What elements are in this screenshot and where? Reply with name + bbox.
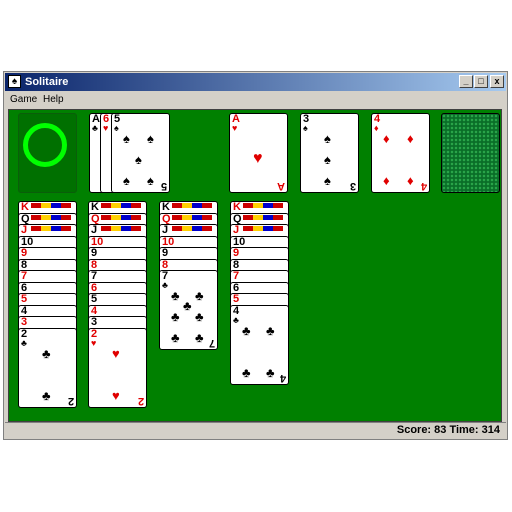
card-pips: ♠ ♠ ♠ ♠ ♠ — [121, 130, 161, 190]
face-card-art — [31, 226, 71, 231]
card-back-deck[interactable] — [441, 113, 500, 193]
face-card-art — [172, 226, 212, 231]
face-card-art — [172, 214, 212, 220]
suit-pip: ♣ — [195, 288, 204, 303]
recycle-circle-icon — [23, 123, 67, 167]
suit-pip: ♠ — [147, 131, 154, 146]
close-button[interactable]: x — [490, 75, 504, 88]
card-suit: ♣ — [162, 280, 168, 290]
card-pips: ♥ ♥ — [98, 345, 138, 405]
suit-pip: ♠ — [135, 152, 142, 167]
card-rank-corner: 4 — [279, 371, 286, 384]
foundation-card[interactable]: 4 ♦ ♦ ♦ ♦ ♦ 4 — [371, 113, 430, 193]
face-card-art — [31, 214, 71, 220]
suit-pip: ♣ — [242, 364, 251, 380]
card-suit: ♠ — [303, 123, 308, 133]
card-rank-corner: A — [277, 180, 285, 192]
card-rank-corner: 4 — [420, 180, 427, 192]
suit-pip: ♣ — [171, 288, 180, 303]
suit-pip: ♠ — [123, 131, 130, 146]
card-suit: ♣ — [92, 123, 98, 133]
game-board: A♣6♥5♠♠♠♠♠♠5 A♥♥A3♠♠♠♠34♦♦♦♦♦4 K♦Q♠J♦10♠… — [8, 109, 502, 422]
card-pips: ♥ — [239, 130, 279, 190]
card-pips: ♠ ♠ ♠ — [310, 130, 350, 190]
face-card-art — [101, 226, 141, 231]
suit-pip: ♣ — [266, 364, 275, 380]
maximize-button[interactable]: □ — [474, 75, 488, 88]
suit-pip: ♣ — [171, 309, 180, 324]
suit-pip: ♠ — [324, 131, 331, 146]
waste-card[interactable]: 5 ♠ ♠ ♠ ♠ ♠ ♠ 5 — [111, 113, 170, 193]
suit-pip: ♣ — [42, 345, 51, 361]
suit-pip: ♣ — [266, 322, 275, 338]
suit-pip: ♣ — [183, 298, 192, 313]
foundation-card[interactable]: A ♥ ♥ A — [229, 113, 288, 193]
solitaire-window: ♠ Solitaire _ □ x Game Help A ♣ 6 ♥ 5 ♠ ♠ ♠ ♠ ♠ ♠ 5… — [3, 71, 508, 440]
suit-pip: ♥ — [253, 150, 263, 167]
status-bar: Score: 83 Time: 314 — [5, 422, 506, 438]
card-pips: ♣ ♣ — [28, 345, 68, 405]
score-time-text: Score: 83 Time: 314 — [396, 424, 500, 436]
face-card-art — [243, 203, 283, 208]
card-pips: ♣ ♣ ♣ ♣ — [240, 322, 280, 382]
face-card-art — [243, 214, 283, 220]
suit-pip: ♣ — [242, 322, 251, 338]
suit-pip: ♠ — [147, 173, 154, 188]
tableau-card[interactable]: 2 ♥ ♥ ♥ 2 — [88, 327, 147, 408]
card-pips: ♣ ♣ ♣ ♣ ♣ ♣ ♣ — [169, 287, 209, 347]
card-icon: ♠ — [8, 75, 21, 88]
suit-pip: ♠ — [123, 173, 130, 188]
stock-pile-empty[interactable] — [18, 113, 77, 193]
card-rank-corner: 3 — [349, 180, 356, 192]
menu-game[interactable]: Game — [10, 93, 37, 107]
card-suit: ♣ — [21, 337, 27, 348]
suit-pip: ♣ — [195, 330, 204, 345]
card-suit: ♥ — [103, 123, 109, 133]
card-pips: ♦ ♦ ♦ ♦ — [381, 130, 421, 190]
face-card-art — [172, 203, 212, 208]
suit-pip: ♣ — [171, 330, 180, 345]
menu-bar: Game Help — [5, 92, 506, 108]
suit-pip: ♠ — [324, 152, 331, 167]
card-rank-corner: 7 — [208, 337, 215, 349]
tableau-card[interactable]: 4 ♣ ♣ ♣ ♣ ♣ 4 — [230, 304, 289, 385]
card-rank-corner: 2 — [67, 394, 74, 407]
suit-pip: ♠ — [324, 173, 331, 188]
card-rank-corner: 5 — [160, 180, 167, 192]
suit-pip: ♦ — [407, 131, 414, 146]
face-card-art — [101, 203, 141, 208]
card-suit: ♣ — [233, 314, 239, 325]
suit-pip: ♦ — [407, 173, 414, 188]
card-suit: ♦ — [374, 123, 379, 133]
suit-pip: ♥ — [112, 345, 120, 361]
menu-help[interactable]: Help — [43, 93, 64, 107]
foundation-card[interactable]: 3 ♠ ♠ ♠ ♠ 3 — [300, 113, 359, 193]
face-card-art — [101, 214, 141, 220]
face-card-art — [31, 203, 71, 208]
window-title: Solitaire — [25, 76, 69, 88]
suit-pip: ♥ — [112, 387, 120, 403]
suit-pip: ♣ — [42, 387, 51, 403]
title-bar[interactable]: ♠ Solitaire _ □ x — [5, 73, 506, 91]
tableau-card[interactable]: 7 ♣ ♣ ♣ ♣ ♣ ♣ ♣ ♣ 7 — [159, 270, 218, 350]
tableau-card[interactable]: 2 ♣ ♣ ♣ 2 — [18, 327, 77, 408]
suit-pip: ♣ — [195, 309, 204, 324]
suit-pip: ♦ — [383, 131, 390, 146]
suit-pip: ♦ — [383, 173, 390, 188]
card-suit: ♥ — [232, 123, 238, 133]
card-suit: ♥ — [91, 337, 97, 348]
card-rank-corner: 2 — [137, 394, 144, 407]
card-suit: ♠ — [114, 123, 119, 133]
minimize-button[interactable]: _ — [459, 75, 473, 88]
face-card-art — [243, 226, 283, 231]
